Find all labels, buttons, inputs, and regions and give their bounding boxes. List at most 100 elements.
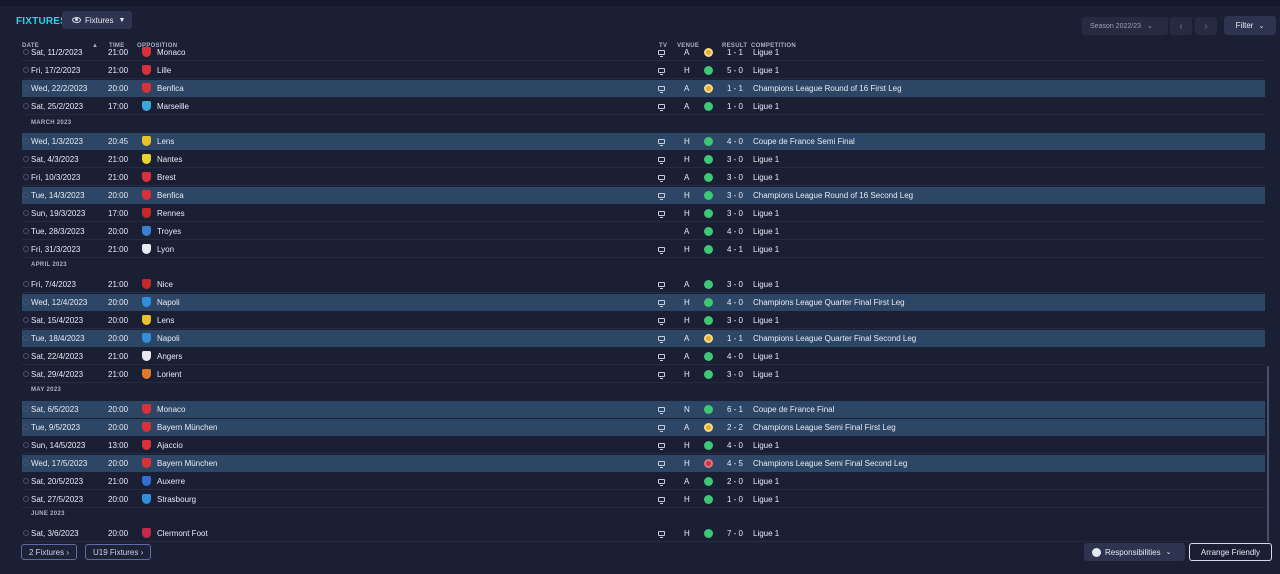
responsibilities-button[interactable]: Responsibilities ⌄ xyxy=(1084,543,1185,561)
fixture-result[interactable]: 1 - 1 xyxy=(727,48,743,57)
table-row[interactable]: Fri, 7/4/2023 21:00 Nice A 3 - 0 Ligue 1 xyxy=(22,276,1265,293)
fixture-competition[interactable]: Ligue 1 xyxy=(753,102,779,111)
table-row[interactable]: Sat, 20/5/2023 21:00 Auxerre A 2 - 0 Ligue 1 xyxy=(22,473,1265,490)
table-row[interactable]: Fri, 31/3/2023 21:00 Lyon H 4 - 1 Ligue 1 xyxy=(22,241,1265,258)
opposition-link[interactable]: Lens xyxy=(157,137,174,146)
opposition-link[interactable]: Benfica xyxy=(157,191,184,200)
select-checkbox[interactable] xyxy=(23,228,29,234)
select-checkbox[interactable] xyxy=(23,406,29,412)
fixture-competition[interactable]: Ligue 1 xyxy=(753,227,779,236)
opposition-link[interactable]: Napoli xyxy=(157,298,180,307)
fixture-competition[interactable]: Champions League Semi Final First Leg xyxy=(753,423,896,432)
select-checkbox[interactable] xyxy=(23,530,29,536)
select-checkbox[interactable] xyxy=(23,192,29,198)
opposition-link[interactable]: Angers xyxy=(157,352,182,361)
fixture-result[interactable]: 4 - 1 xyxy=(727,245,743,254)
fixture-result[interactable]: 4 - 0 xyxy=(727,137,743,146)
select-checkbox[interactable] xyxy=(23,67,29,73)
fixture-result[interactable]: 3 - 0 xyxy=(727,173,743,182)
next-season-button[interactable]: › xyxy=(1195,17,1217,35)
opposition-link[interactable]: Lorient xyxy=(157,370,181,379)
select-checkbox[interactable] xyxy=(23,246,29,252)
select-checkbox[interactable] xyxy=(23,317,29,323)
select-checkbox[interactable] xyxy=(23,103,29,109)
select-checkbox[interactable] xyxy=(23,478,29,484)
select-checkbox[interactable] xyxy=(23,138,29,144)
opposition-link[interactable]: Benfica xyxy=(157,84,184,93)
fixture-competition[interactable]: Ligue 1 xyxy=(753,352,779,361)
fixture-competition[interactable]: Champions League Quarter Final Second Le… xyxy=(753,334,916,343)
fixture-competition[interactable]: Ligue 1 xyxy=(753,529,779,538)
fixture-result[interactable]: 5 - 0 xyxy=(727,66,743,75)
select-checkbox[interactable] xyxy=(23,85,29,91)
fixture-result[interactable]: 1 - 1 xyxy=(727,334,743,343)
fixture-competition[interactable]: Coupe de France Final xyxy=(753,405,834,414)
table-row[interactable]: Sat, 4/3/2023 21:00 Nantes H 3 - 0 Ligue 1 xyxy=(22,151,1265,168)
fixture-result[interactable]: 2 - 2 xyxy=(727,423,743,432)
select-checkbox[interactable] xyxy=(23,299,29,305)
fixture-competition[interactable]: Ligue 1 xyxy=(753,280,779,289)
table-row[interactable]: Tue, 28/3/2023 20:00 Troyes A 4 - 0 Ligue 1 xyxy=(22,223,1265,240)
opposition-link[interactable]: Napoli xyxy=(157,334,180,343)
fixture-result[interactable]: 3 - 0 xyxy=(727,155,743,164)
table-row[interactable]: Wed, 17/5/2023 20:00 Bayern München H 4 - 5 C… xyxy=(22,455,1265,472)
opposition-link[interactable]: Troyes xyxy=(157,227,181,236)
table-row[interactable]: Sat, 11/2/2023 21:00 Monaco A 1 - 1 Ligue 1 xyxy=(22,46,1265,61)
fixture-result[interactable]: 3 - 0 xyxy=(727,191,743,200)
fixture-result[interactable]: 3 - 0 xyxy=(727,370,743,379)
table-row[interactable]: Wed, 12/4/2023 20:00 Napoli H 4 - 0 Champions… xyxy=(22,294,1265,311)
select-checkbox[interactable] xyxy=(23,442,29,448)
fixture-result[interactable]: 4 - 0 xyxy=(727,441,743,450)
fixture-result[interactable]: 3 - 0 xyxy=(727,209,743,218)
table-row[interactable]: Sun, 14/5/2023 13:00 Ajaccio H 4 - 0 Ligue 1 xyxy=(22,437,1265,454)
table-row[interactable]: Sat, 6/5/2023 20:00 Monaco N 6 - 1 Coupe de F… xyxy=(22,401,1265,418)
fixture-result[interactable]: 3 - 0 xyxy=(727,280,743,289)
view-dropdown[interactable]: Fixtures ▼ xyxy=(62,11,132,29)
fixture-result[interactable]: 7 - 0 xyxy=(727,529,743,538)
fixture-competition[interactable]: Champions League Round of 16 Second Leg xyxy=(753,191,913,200)
fixture-competition[interactable]: Ligue 1 xyxy=(753,209,779,218)
table-row[interactable]: Sat, 15/4/2023 20:00 Lens H 3 - 0 Ligue 1 xyxy=(22,312,1265,329)
arrange-friendly-button[interactable]: Arrange Friendly xyxy=(1189,543,1272,561)
season-dropdown[interactable]: Season 2022/23 ⌄ xyxy=(1082,17,1168,35)
fixture-competition[interactable]: Ligue 1 xyxy=(753,48,779,57)
fixture-competition[interactable]: Champions League Quarter Final First Leg xyxy=(753,298,905,307)
fixture-result[interactable]: 3 - 0 xyxy=(727,316,743,325)
fixture-competition[interactable]: Ligue 1 xyxy=(753,316,779,325)
fixture-competition[interactable]: Champions League Semi Final Second Leg xyxy=(753,459,907,468)
opposition-link[interactable]: Lyon xyxy=(157,245,174,254)
fixture-result[interactable]: 4 - 0 xyxy=(727,298,743,307)
filter-button[interactable]: Filter ⌄ xyxy=(1224,16,1276,35)
opposition-link[interactable]: Nice xyxy=(157,280,173,289)
opposition-link[interactable]: Marseille xyxy=(157,102,189,111)
fixture-result[interactable]: 4 - 5 xyxy=(727,459,743,468)
select-checkbox[interactable] xyxy=(23,156,29,162)
opposition-link[interactable]: Clermont Foot xyxy=(157,529,208,538)
table-row[interactable]: Sat, 25/2/2023 17:00 Marseille A 1 - 0 Ligue … xyxy=(22,98,1265,115)
opposition-link[interactable]: Auxerre xyxy=(157,477,185,486)
fixture-competition[interactable]: Coupe de France Semi Final xyxy=(753,137,855,146)
table-row[interactable]: Tue, 14/3/2023 20:00 Benfica H 3 - 0 Champion… xyxy=(22,187,1265,204)
prev-season-button[interactable]: ‹ xyxy=(1170,17,1192,35)
fixture-competition[interactable]: Ligue 1 xyxy=(753,173,779,182)
opposition-link[interactable]: Monaco xyxy=(157,48,185,57)
fixture-competition[interactable]: Ligue 1 xyxy=(753,477,779,486)
select-checkbox[interactable] xyxy=(23,335,29,341)
opposition-link[interactable]: Bayern München xyxy=(157,423,217,432)
table-row[interactable]: Wed, 1/3/2023 20:45 Lens H 4 - 0 Coupe de Fra… xyxy=(22,133,1265,150)
opposition-link[interactable]: Lens xyxy=(157,316,174,325)
table-row[interactable]: Wed, 22/2/2023 20:00 Benfica A 1 - 1 Champion… xyxy=(22,80,1265,97)
opposition-link[interactable]: Ajaccio xyxy=(157,441,183,450)
fixture-result[interactable]: 2 - 0 xyxy=(727,477,743,486)
u19-fixtures-button[interactable]: U19 Fixtures › xyxy=(85,544,152,560)
select-checkbox[interactable] xyxy=(23,210,29,216)
table-row[interactable]: Sat, 3/6/2023 20:00 Clermont Foot H 7 - 0 Lig… xyxy=(22,525,1265,542)
select-checkbox[interactable] xyxy=(23,174,29,180)
fixture-competition[interactable]: Ligue 1 xyxy=(753,441,779,450)
select-checkbox[interactable] xyxy=(23,49,29,55)
fixture-result[interactable]: 4 - 0 xyxy=(727,227,743,236)
fixtures-count-button[interactable]: 2 Fixtures › xyxy=(21,544,78,560)
opposition-link[interactable]: Bayern München xyxy=(157,459,217,468)
fixture-result[interactable]: 1 - 0 xyxy=(727,495,743,504)
select-checkbox[interactable] xyxy=(23,496,29,502)
